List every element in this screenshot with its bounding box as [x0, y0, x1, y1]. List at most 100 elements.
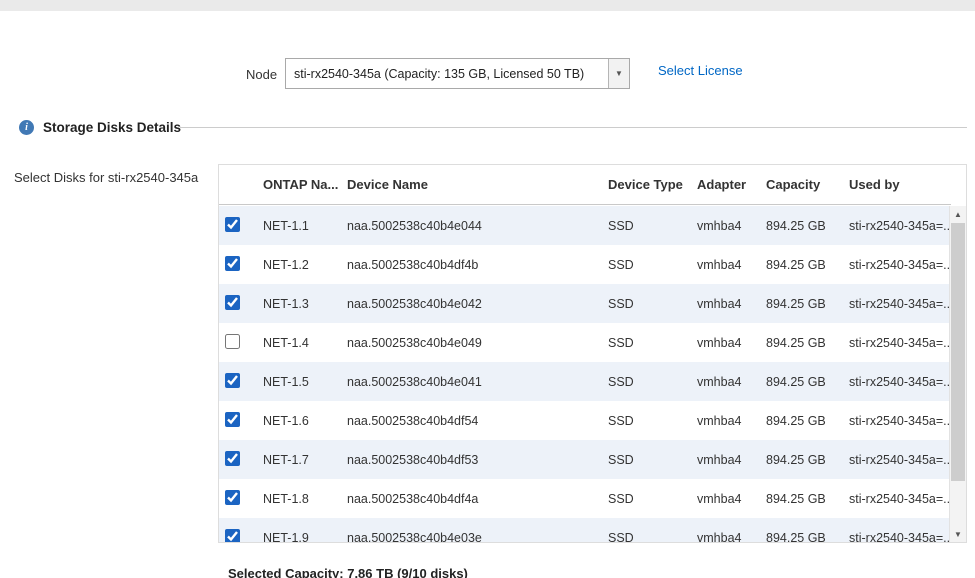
used-by-cell: sti-rx2540-345a=... — [849, 297, 951, 311]
adapter-cell: vmhba4 — [697, 375, 766, 389]
checkbox-cell — [219, 334, 263, 352]
device-type-cell: SSD — [608, 492, 697, 506]
disk-checkbox[interactable] — [225, 295, 240, 310]
device-type-cell: SSD — [608, 453, 697, 467]
device-name-cell: naa.5002538c40b4df53 — [347, 453, 608, 467]
column-header-used-by: Used by — [849, 177, 951, 192]
device-name-cell: naa.5002538c40b4df4b — [347, 258, 608, 272]
section-title: Storage Disks Details — [43, 120, 181, 135]
disk-checkbox[interactable] — [225, 256, 240, 271]
disk-checkbox[interactable] — [225, 334, 240, 349]
ontap-name-cell: NET-1.6 — [263, 414, 347, 428]
device-name-cell: naa.5002538c40b4df54 — [347, 414, 608, 428]
selected-capacity-summary: Selected Capacity: 7.86 TB (9/10 disks) — [228, 566, 468, 578]
checkbox-cell — [219, 412, 263, 430]
used-by-cell: sti-rx2540-345a=... — [849, 531, 951, 544]
device-type-cell: SSD — [608, 336, 697, 350]
used-by-cell: sti-rx2540-345a=... — [849, 414, 951, 428]
node-label: Node — [246, 67, 277, 82]
capacity-cell: 894.25 GB — [766, 219, 849, 233]
disk-checkbox[interactable] — [225, 412, 240, 427]
info-icon: i — [19, 120, 34, 135]
used-by-cell: sti-rx2540-345a=... — [849, 453, 951, 467]
device-name-cell: naa.5002538c40b4e041 — [347, 375, 608, 389]
ontap-name-cell: NET-1.8 — [263, 492, 347, 506]
ontap-name-cell: NET-1.4 — [263, 336, 347, 350]
table-header-row: ONTAP Na... Device Name Device Type Adap… — [219, 165, 951, 205]
table-row: NET-1.8 naa.5002538c40b4df4a SSD vmhba4 … — [219, 479, 951, 518]
adapter-cell: vmhba4 — [697, 258, 766, 272]
capacity-cell: 894.25 GB — [766, 492, 849, 506]
checkbox-cell — [219, 217, 263, 235]
table-row: NET-1.1 naa.5002538c40b4e044 SSD vmhba4 … — [219, 206, 951, 245]
capacity-cell: 894.25 GB — [766, 453, 849, 467]
device-type-cell: SSD — [608, 531, 697, 544]
device-name-cell: naa.5002538c40b4e049 — [347, 336, 608, 350]
device-type-cell: SSD — [608, 414, 697, 428]
adapter-cell: vmhba4 — [697, 492, 766, 506]
select-license-link[interactable]: Select License — [658, 63, 743, 78]
adapter-cell: vmhba4 — [697, 297, 766, 311]
disk-checkbox[interactable] — [225, 217, 240, 232]
chevron-down-icon[interactable]: ▼ — [608, 59, 629, 88]
device-type-cell: SSD — [608, 219, 697, 233]
column-header-capacity: Capacity — [766, 177, 849, 192]
table-scrollbar[interactable]: ▲ ▼ — [949, 206, 966, 542]
disk-checkbox[interactable] — [225, 529, 240, 544]
ontap-name-cell: NET-1.1 — [263, 219, 347, 233]
checkbox-cell — [219, 256, 263, 274]
table-row: NET-1.9 naa.5002538c40b4e03e SSD vmhba4 … — [219, 518, 951, 543]
table-row: NET-1.2 naa.5002538c40b4df4b SSD vmhba4 … — [219, 245, 951, 284]
checkbox-cell — [219, 451, 263, 469]
column-header-device-type: Device Type — [608, 177, 697, 192]
capacity-cell: 894.25 GB — [766, 375, 849, 389]
ontap-name-cell: NET-1.5 — [263, 375, 347, 389]
adapter-cell: vmhba4 — [697, 219, 766, 233]
used-by-cell: sti-rx2540-345a=... — [849, 219, 951, 233]
select-disks-label: Select Disks for sti-rx2540-345a — [14, 170, 198, 185]
used-by-cell: sti-rx2540-345a=... — [849, 492, 951, 506]
disk-table: ONTAP Na... Device Name Device Type Adap… — [218, 164, 967, 543]
used-by-cell: sti-rx2540-345a=... — [849, 375, 951, 389]
disk-checkbox[interactable] — [225, 451, 240, 466]
adapter-cell: vmhba4 — [697, 531, 766, 544]
device-type-cell: SSD — [608, 375, 697, 389]
used-by-cell: sti-rx2540-345a=... — [849, 336, 951, 350]
section-divider — [180, 127, 967, 128]
ontap-name-cell: NET-1.7 — [263, 453, 347, 467]
device-name-cell: naa.5002538c40b4e03e — [347, 531, 608, 544]
capacity-cell: 894.25 GB — [766, 414, 849, 428]
capacity-cell: 894.25 GB — [766, 297, 849, 311]
table-row: NET-1.6 naa.5002538c40b4df54 SSD vmhba4 … — [219, 401, 951, 440]
table-row: NET-1.3 naa.5002538c40b4e042 SSD vmhba4 … — [219, 284, 951, 323]
ontap-name-cell: NET-1.9 — [263, 531, 347, 544]
scrollbar-thumb[interactable] — [951, 223, 965, 481]
used-by-cell: sti-rx2540-345a=... — [849, 258, 951, 272]
capacity-cell: 894.25 GB — [766, 531, 849, 544]
checkbox-cell — [219, 373, 263, 391]
adapter-cell: vmhba4 — [697, 336, 766, 350]
checkbox-cell — [219, 295, 263, 313]
table-row: NET-1.4 naa.5002538c40b4e049 SSD vmhba4 … — [219, 323, 951, 362]
node-select[interactable]: sti-rx2540-345a (Capacity: 135 GB, Licen… — [285, 58, 630, 89]
device-type-cell: SSD — [608, 297, 697, 311]
node-select-value: sti-rx2540-345a (Capacity: 135 GB, Licen… — [294, 59, 603, 88]
ontap-name-cell: NET-1.2 — [263, 258, 347, 272]
adapter-cell: vmhba4 — [697, 453, 766, 467]
top-divider-strip — [0, 0, 975, 11]
capacity-cell: 894.25 GB — [766, 258, 849, 272]
column-header-ontap-name: ONTAP Na... — [263, 177, 347, 192]
storage-disks-page: Node sti-rx2540-345a (Capacity: 135 GB, … — [0, 0, 975, 578]
checkbox-cell — [219, 490, 263, 508]
table-row: NET-1.5 naa.5002538c40b4e041 SSD vmhba4 … — [219, 362, 951, 401]
disk-checkbox[interactable] — [225, 373, 240, 388]
column-header-adapter: Adapter — [697, 177, 766, 192]
device-type-cell: SSD — [608, 258, 697, 272]
scroll-up-icon[interactable]: ▲ — [950, 206, 966, 222]
checkbox-cell — [219, 529, 263, 544]
scroll-down-icon[interactable]: ▼ — [950, 526, 966, 542]
device-name-cell: naa.5002538c40b4e042 — [347, 297, 608, 311]
column-header-device-name: Device Name — [347, 177, 608, 192]
disk-checkbox[interactable] — [225, 490, 240, 505]
table-row: NET-1.7 naa.5002538c40b4df53 SSD vmhba4 … — [219, 440, 951, 479]
